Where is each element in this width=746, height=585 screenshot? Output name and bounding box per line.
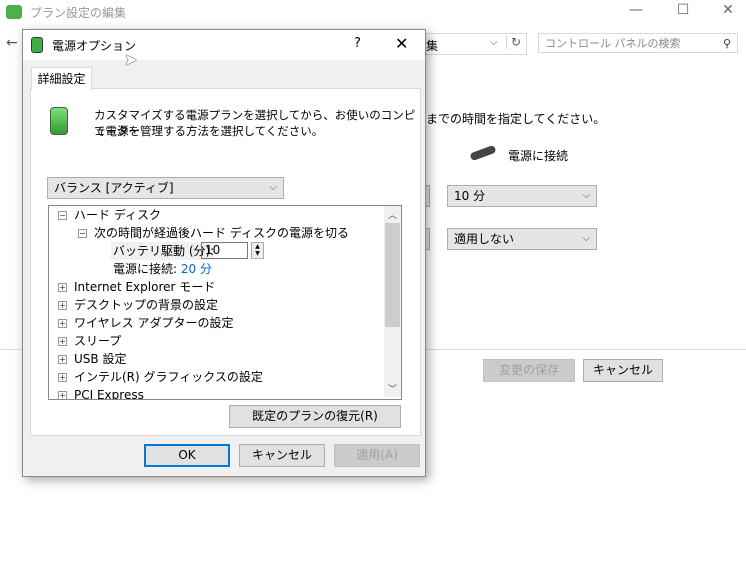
sleep-select[interactable]: 適用しない ⌵ — [447, 228, 597, 250]
back-arrow-icon[interactable]: ← — [6, 35, 18, 51]
description-text: までの時間を指定してください。 — [426, 112, 606, 126]
tree-label: インテル(R) グラフィックスの設定 — [74, 370, 263, 384]
search-icon: ⚲ — [722, 37, 731, 50]
chevron-down-icon[interactable]: ⌵ — [490, 37, 498, 48]
save-changes-button[interactable]: 変更の保存 — [483, 359, 575, 382]
expand-icon[interactable]: + — [58, 337, 67, 346]
tree-label: PCI Express — [74, 388, 144, 400]
select-value: バランス [アクティブ] — [54, 181, 174, 195]
tree-label: デスクトップの背景の設定 — [74, 298, 219, 312]
help-button[interactable]: ? — [354, 36, 361, 51]
dialog-titlebar: 電源オプション ? ✕ — [23, 30, 425, 60]
mouse-cursor-icon: ➤ — [124, 50, 138, 69]
expand-icon[interactable]: + — [58, 301, 67, 310]
restore-defaults-button[interactable]: 既定のプランの復元(R) — [229, 405, 401, 428]
refresh-icon[interactable]: ↻ — [506, 35, 521, 49]
plugged-in-header: 電源に接続 — [508, 149, 569, 163]
plugged-setting[interactable]: 電源に接続: 20 分 — [113, 260, 212, 278]
tree-item-turn-off[interactable]: − 次の時間が経過後ハード ディスクの電源を切る — [78, 224, 349, 242]
input-value: 10 — [205, 243, 221, 257]
expand-icon[interactable]: + — [58, 283, 67, 292]
apply-button[interactable]: 適用(A) — [334, 444, 420, 467]
tree-item[interactable]: + USB 設定 — [58, 350, 126, 368]
power-options-dialog: 電源オプション ? ✕ 詳細設定 カスタマイズする電源プランを選択してから、お使… — [22, 29, 426, 477]
plug-icon — [469, 144, 497, 162]
expand-icon[interactable]: + — [58, 319, 67, 328]
ok-button[interactable]: OK — [144, 444, 230, 467]
tree-label: スリープ — [74, 334, 122, 348]
scroll-up-icon[interactable]: ︿ — [388, 208, 397, 221]
search-input[interactable]: コントロール パネルの検索 ⚲ — [538, 33, 738, 53]
chevron-down-icon: ⌵ — [582, 233, 590, 244]
plugged-value[interactable]: 20 分 — [181, 262, 212, 276]
address-text: 集 — [426, 39, 439, 53]
spinner-buttons[interactable]: ▲ ▼ — [251, 242, 264, 259]
maximize-button[interactable]: ☐ — [663, 2, 703, 24]
expand-icon[interactable]: + — [58, 355, 67, 364]
app-icon — [6, 5, 22, 19]
plugged-label: 電源に接続: — [113, 262, 178, 276]
cancel-button[interactable]: キャンセル — [239, 444, 325, 467]
chevron-down-icon: ⌵ — [582, 190, 590, 201]
power-icon — [31, 37, 43, 53]
select-value: 10 分 — [454, 189, 486, 203]
tree-scrollbar[interactable]: ︿ ﹀ — [384, 206, 401, 397]
expand-icon[interactable]: + — [58, 391, 67, 399]
tree-item[interactable]: + デスクトップの背景の設定 — [58, 296, 218, 314]
select-value: 適用しない — [454, 232, 515, 246]
battery-plug-icon — [50, 107, 68, 135]
collapse-icon[interactable]: − — [58, 211, 67, 220]
display-off-select[interactable]: 10 分 ⌵ — [447, 185, 597, 207]
tree-item[interactable]: + スリープ — [58, 332, 121, 350]
minimize-button[interactable]: — — [616, 2, 656, 24]
tab-advanced-settings[interactable]: 詳細設定 — [31, 67, 92, 90]
tab-panel: カスタマイズする電源プランを選択してから、お使いのコンピューター で電源を管理す… — [30, 88, 421, 436]
plan-select[interactable]: バランス [アクティブ] ⌵ — [47, 177, 284, 199]
scroll-down-icon[interactable]: ﹀ — [388, 382, 397, 395]
tree-item[interactable]: + Internet Explorer モード — [58, 278, 215, 296]
chevron-down-icon: ⌵ — [269, 182, 277, 193]
tree-label: USB 設定 — [74, 352, 127, 366]
tree-item[interactable]: + インテル(R) グラフィックスの設定 — [58, 368, 263, 386]
address-bar[interactable]: 集 ⌵ ↻ — [420, 33, 527, 55]
battery-minutes-input[interactable]: 10 — [201, 242, 248, 259]
tree-label: Internet Explorer モード — [74, 280, 216, 294]
tree-label: ワイヤレス アダプターの設定 — [74, 316, 234, 330]
tree-item[interactable]: + PCI Express — [58, 386, 144, 400]
close-icon[interactable]: ✕ — [395, 34, 408, 53]
window-title: プラン設定の編集 — [30, 6, 127, 20]
settings-tree[interactable]: − ハード ディスク − 次の時間が経過後ハード ディスクの電源を切る バッテリ駆動… — [48, 205, 402, 400]
search-placeholder: コントロール パネルの検索 — [545, 37, 681, 50]
close-window-button[interactable]: ✕ — [708, 2, 746, 24]
tree-label: ハード ディスク — [74, 208, 161, 222]
bg-cancel-button[interactable]: キャンセル — [583, 359, 663, 382]
tree-item[interactable]: + ワイヤレス アダプターの設定 — [58, 314, 233, 332]
battery-label: バッテリ駆動 (分): — [113, 244, 215, 258]
collapse-icon[interactable]: − — [78, 229, 87, 238]
scroll-thumb[interactable] — [385, 223, 400, 327]
expand-icon[interactable]: + — [58, 373, 67, 382]
tree-label: 次の時間が経過後ハード ディスクの電源を切る — [94, 226, 349, 240]
description-line-2: で電源を管理する方法を選択してください。 — [94, 124, 324, 138]
tree-item-hard-disk[interactable]: − ハード ディスク — [58, 206, 161, 224]
battery-setting: バッテリ駆動 (分): — [111, 242, 215, 260]
